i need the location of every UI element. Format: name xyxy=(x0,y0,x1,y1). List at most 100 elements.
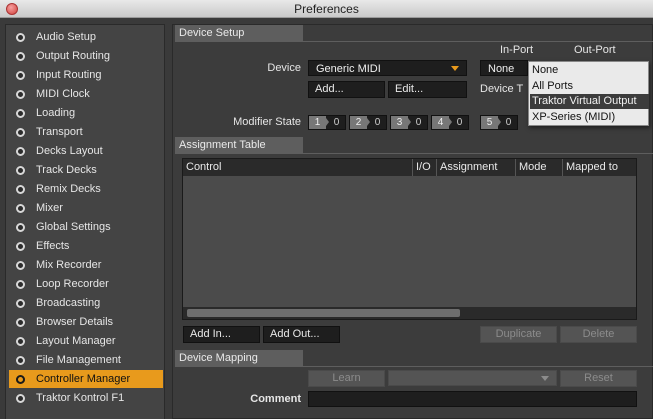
device-mapping-header: Device Mapping xyxy=(175,350,303,366)
sidebar-item-label: Global Settings xyxy=(36,221,111,233)
sidebar-item-global-settings[interactable]: Global Settings xyxy=(9,218,163,236)
modifier-number: 2 xyxy=(350,116,370,129)
in-port-popup-menu[interactable]: None All Ports Traktor Virtual Output XP-Se… xyxy=(528,61,649,126)
modifier-1[interactable]: 10 xyxy=(308,115,346,130)
out-port-label: Out-Port xyxy=(574,44,616,56)
radio-dot-icon xyxy=(16,280,25,289)
modifier-number: 5 xyxy=(481,116,501,129)
sidebar-item-mix-recorder[interactable]: Mix Recorder xyxy=(9,256,163,274)
divider xyxy=(175,41,653,42)
column-mode[interactable]: Mode xyxy=(516,159,563,176)
sidebar-item-controller-manager[interactable]: Controller Manager xyxy=(9,370,163,388)
sidebar-item-label: Remix Decks xyxy=(36,183,101,195)
table-header-row: Control I/O Assignment Mode Mapped to xyxy=(183,159,636,176)
device-target-label: Device T xyxy=(480,83,524,95)
modifier-value: 0 xyxy=(415,117,422,128)
sidebar-item-audio-setup[interactable]: Audio Setup xyxy=(9,28,163,46)
mapping-select[interactable] xyxy=(388,370,557,386)
chevron-down-icon xyxy=(451,66,459,71)
radio-dot-icon xyxy=(16,71,25,80)
port-option-traktor-virtual-output[interactable]: Traktor Virtual Output xyxy=(530,94,649,109)
sidebar-item-label: Controller Manager xyxy=(36,373,131,385)
sidebar-item-decks-layout[interactable]: Decks Layout xyxy=(9,142,163,160)
delete-button[interactable]: Delete xyxy=(560,326,637,343)
radio-dot-icon xyxy=(16,299,25,308)
modifier-2[interactable]: 20 xyxy=(349,115,387,130)
divider xyxy=(175,153,653,154)
add-device-button[interactable]: Add... xyxy=(308,81,385,98)
radio-dot-icon xyxy=(16,356,25,365)
sidebar-item-label: Audio Setup xyxy=(36,31,96,43)
scrollbar-thumb[interactable] xyxy=(187,309,460,317)
sidebar-item-output-routing[interactable]: Output Routing xyxy=(9,47,163,65)
device-select[interactable]: Generic MIDI xyxy=(308,60,467,76)
column-mapped-to[interactable]: Mapped to xyxy=(563,159,636,176)
sidebar-item-label: Layout Manager xyxy=(36,335,116,347)
modifier-number: 4 xyxy=(432,116,452,129)
radio-dot-icon xyxy=(16,337,25,346)
sidebar-item-label: Mix Recorder xyxy=(36,259,102,271)
sidebar-item-label: Loop Recorder xyxy=(36,278,109,290)
sidebar-item-label: Browser Details xyxy=(36,316,114,328)
radio-dot-icon xyxy=(16,185,25,194)
sidebar-item-input-routing[interactable]: Input Routing xyxy=(9,66,163,84)
add-in-button[interactable]: Add In... xyxy=(183,326,260,343)
column-io[interactable]: I/O xyxy=(413,159,437,176)
radio-dot-icon xyxy=(16,109,25,118)
modifier-value: 0 xyxy=(333,117,340,128)
learn-button[interactable]: Learn xyxy=(308,370,385,387)
reset-button[interactable]: Reset xyxy=(560,370,637,387)
radio-dot-icon xyxy=(16,261,25,270)
sidebar-item-layout-manager[interactable]: Layout Manager xyxy=(9,332,163,350)
radio-dot-icon xyxy=(16,166,25,175)
sidebar-item-traktor-kontrol-f1[interactable]: Traktor Kontrol F1 xyxy=(9,389,163,407)
device-label: Device xyxy=(267,62,301,74)
sidebar-item-label: Traktor Kontrol F1 xyxy=(36,392,125,404)
close-window-icon[interactable] xyxy=(6,3,18,15)
sidebar-item-transport[interactable]: Transport xyxy=(9,123,163,141)
column-assignment[interactable]: Assignment xyxy=(437,159,516,176)
sidebar-item-loading[interactable]: Loading xyxy=(9,104,163,122)
modifier-number: 3 xyxy=(391,116,411,129)
sidebar-item-label: Output Routing xyxy=(36,50,110,62)
modifier-4[interactable]: 40 xyxy=(431,115,469,130)
assignment-table[interactable]: Control I/O Assignment Mode Mapped to xyxy=(182,158,637,320)
sidebar-item-label: Input Routing xyxy=(36,69,102,81)
radio-dot-icon xyxy=(16,375,25,384)
sidebar-item-loop-recorder[interactable]: Loop Recorder xyxy=(9,275,163,293)
port-option-all-ports[interactable]: All Ports xyxy=(530,79,649,94)
window-title: Preferences xyxy=(294,2,359,16)
sidebar-item-midi-clock[interactable]: MIDI Clock xyxy=(9,85,163,103)
window-titlebar: Preferences xyxy=(0,0,653,18)
comment-input[interactable] xyxy=(308,391,637,407)
sidebar-item-browser-details[interactable]: Browser Details xyxy=(9,313,163,331)
sidebar-item-label: File Management xyxy=(36,354,121,366)
radio-dot-icon xyxy=(16,147,25,156)
sidebar-item-label: Broadcasting xyxy=(36,297,101,309)
sidebar-item-label: Loading xyxy=(36,107,76,119)
radio-dot-icon xyxy=(16,394,25,403)
sidebar-item-mixer[interactable]: Mixer xyxy=(9,199,163,217)
duplicate-button[interactable]: Duplicate xyxy=(480,326,557,343)
modifier-5[interactable]: 50 xyxy=(480,115,518,130)
sidebar-item-label: Mixer xyxy=(36,202,63,214)
in-port-select[interactable]: None xyxy=(480,60,528,76)
sidebar-item-remix-decks[interactable]: Remix Decks xyxy=(9,180,163,198)
sidebar-item-effects[interactable]: Effects xyxy=(9,237,163,255)
device-setup-header: Device Setup xyxy=(175,25,303,41)
sidebar-item-label: Effects xyxy=(36,240,70,252)
add-out-button[interactable]: Add Out... xyxy=(263,326,340,343)
sidebar-item-file-management[interactable]: File Management xyxy=(9,351,163,369)
sidebar-item-track-decks[interactable]: Track Decks xyxy=(9,161,163,179)
comment-label: Comment xyxy=(250,393,301,405)
port-option-xp-series-midi[interactable]: XP-Series (MIDI) xyxy=(530,110,649,125)
modifier-3[interactable]: 30 xyxy=(390,115,428,130)
sidebar-item-label: MIDI Clock xyxy=(36,88,90,100)
port-option-none[interactable]: None xyxy=(530,63,649,78)
sidebar-item-label: Transport xyxy=(36,126,83,138)
in-port-label: In-Port xyxy=(500,44,534,56)
edit-device-button[interactable]: Edit... xyxy=(388,81,467,98)
sidebar-item-broadcasting[interactable]: Broadcasting xyxy=(9,294,163,312)
horizontal-scrollbar[interactable] xyxy=(183,307,636,319)
column-control[interactable]: Control xyxy=(183,159,413,176)
